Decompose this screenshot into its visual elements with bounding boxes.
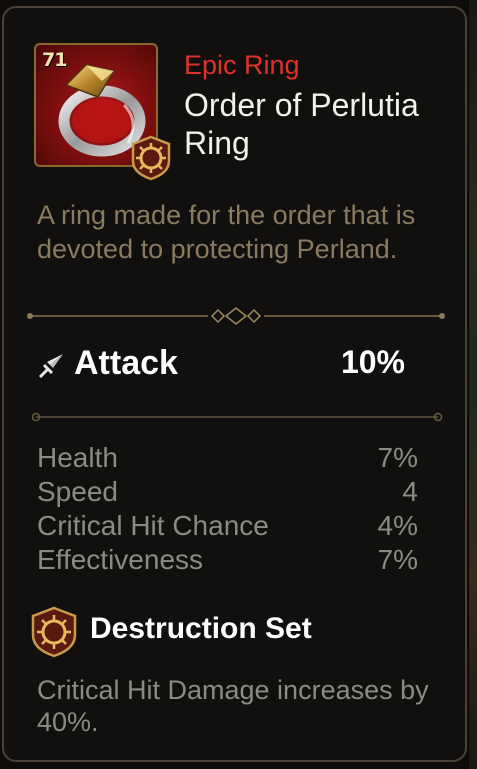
- main-stat-label: Attack: [74, 344, 178, 382]
- substat-value: 7%: [377, 442, 418, 473]
- substat-row: Health 7%: [37, 441, 418, 475]
- substat-value: 4%: [377, 510, 418, 541]
- background-edge: [469, 0, 477, 769]
- sword-icon: [38, 354, 63, 379]
- substat-label: Effectiveness: [37, 544, 204, 575]
- item-name: Order of Perlutia Ring: [184, 87, 419, 161]
- substat-value: 7%: [377, 544, 418, 575]
- item-description: A ring made for the order that is devote…: [37, 200, 416, 264]
- substat-list: Health 7% Speed 4 Critical Hit Chance 4%…: [37, 441, 418, 577]
- substat-label: Health: [37, 442, 118, 473]
- main-stat-value: 10%: [340, 344, 405, 380]
- substat-label: Critical Hit Chance: [37, 510, 269, 541]
- stat-divider: [31, 412, 443, 422]
- substat-row: Speed 4: [37, 475, 418, 509]
- item-tooltip-panel: 71 Epic Ring Order of Perlutia Ring A ri…: [2, 6, 467, 762]
- ornate-divider: [27, 307, 445, 325]
- substat-label: Speed: [37, 476, 118, 507]
- destruction-set-icon: [31, 606, 77, 658]
- destruction-set-icon: [131, 135, 171, 181]
- set-name: Destruction Set: [90, 612, 312, 645]
- substat-row: Critical Hit Chance 4%: [37, 509, 418, 543]
- substat-value: 4: [402, 476, 418, 507]
- set-effect-description: Critical Hit Damage increases by 40%.: [37, 675, 429, 737]
- item-rarity: Epic Ring: [184, 50, 300, 80]
- item-level-badge: 71: [42, 49, 67, 71]
- substat-row: Effectiveness 7%: [37, 543, 418, 577]
